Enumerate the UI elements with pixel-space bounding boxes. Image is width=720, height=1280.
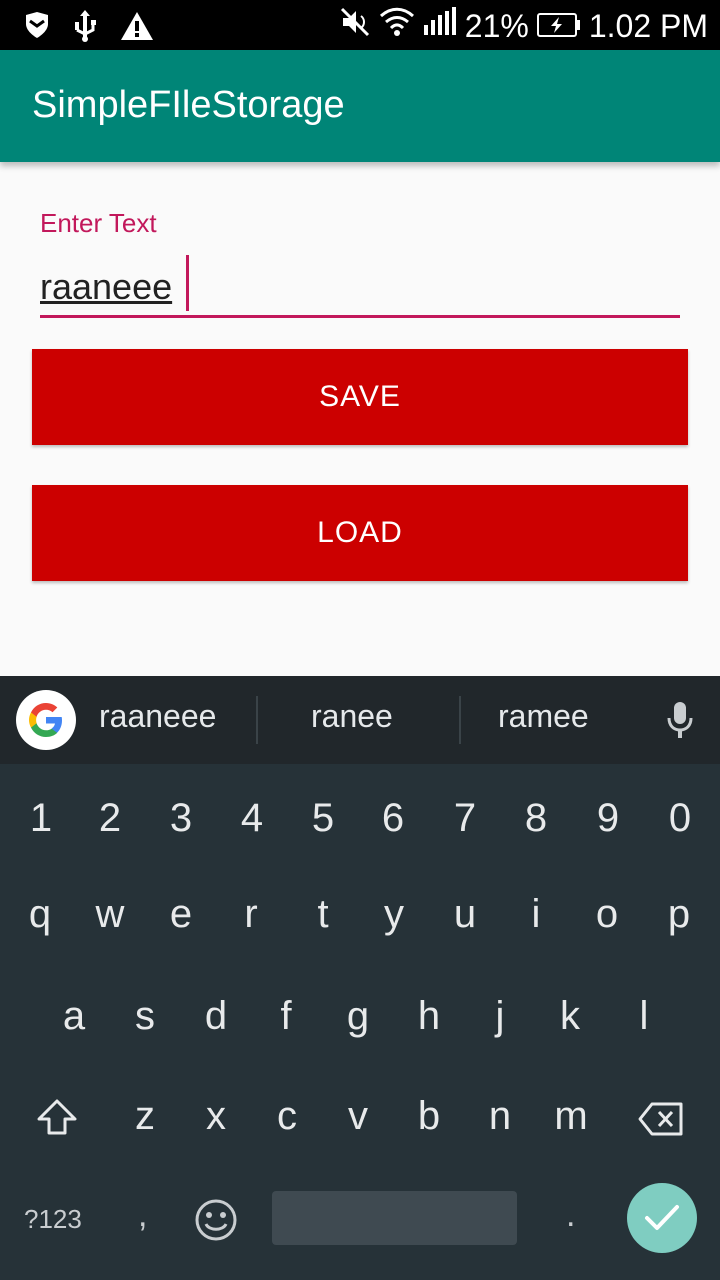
key-c[interactable]: c [257,1094,317,1139]
key-l[interactable]: l [614,994,674,1039]
suggestion-2[interactable]: ranee [311,698,393,735]
key-6[interactable]: 6 [363,796,423,841]
suggestion-divider [459,696,461,744]
key-t[interactable]: t [293,892,353,937]
key-g[interactable]: g [328,994,388,1039]
key-z[interactable]: z [115,1094,175,1139]
period-key[interactable]: . [566,1196,575,1235]
key-x[interactable]: x [186,1094,246,1139]
load-button[interactable]: LOAD [32,485,688,581]
soft-keyboard: raaneee ranee ramee 1 2 3 4 5 6 7 8 9 0 … [0,676,720,1280]
signal-icon [423,7,457,45]
key-p[interactable]: p [649,892,709,937]
done-button[interactable] [627,1183,697,1253]
key-2[interactable]: 2 [80,796,140,841]
emoji-icon[interactable] [194,1198,238,1246]
key-w[interactable]: w [80,892,140,937]
key-0[interactable]: 0 [650,796,710,841]
clock: 1.02 PM [588,8,708,44]
checkmark-icon [645,1205,679,1230]
status-bar: 21% 1.02 PM [0,0,720,50]
suggestion-3[interactable]: ramee [498,698,589,735]
key-8[interactable]: 8 [506,796,566,841]
key-a[interactable]: a [44,994,104,1039]
key-r[interactable]: r [221,892,281,937]
comma-key[interactable]: , [138,1196,147,1235]
backspace-icon[interactable] [638,1102,684,1140]
key-q[interactable]: q [10,892,70,937]
suggestion-bar: raaneee ranee ramee [0,676,720,764]
symbols-key[interactable]: ?123 [24,1204,82,1235]
key-9[interactable]: 9 [578,796,638,841]
spacebar[interactable] [272,1191,517,1245]
battery-percent: 21% [464,8,529,44]
key-b[interactable]: b [399,1094,459,1139]
key-5[interactable]: 5 [293,796,353,841]
key-m[interactable]: m [541,1094,601,1139]
key-1[interactable]: 1 [11,796,71,841]
shield-icon [24,12,50,44]
key-k[interactable]: k [540,994,600,1039]
battery-charging-icon [536,7,581,45]
key-y[interactable]: y [364,892,424,937]
key-3[interactable]: 3 [151,796,211,841]
key-s[interactable]: s [115,994,175,1039]
key-i[interactable]: i [506,892,566,937]
key-j[interactable]: j [470,994,530,1039]
microphone-icon[interactable] [664,700,696,744]
field-label: Enter Text [40,208,157,238]
app-title: SimpleFIleStorage [32,84,345,126]
warning-icon [120,11,154,45]
key-n[interactable]: n [470,1094,530,1139]
key-o[interactable]: o [577,892,637,937]
key-d[interactable]: d [186,994,246,1039]
key-4[interactable]: 4 [222,796,282,841]
suggestion-1[interactable]: raaneee [99,698,216,735]
wifi-icon [379,6,415,46]
key-h[interactable]: h [399,994,459,1039]
suggestion-divider [256,696,258,744]
shift-icon[interactable] [36,1098,78,1140]
text-input[interactable]: raaneee [40,266,172,308]
google-icon[interactable] [16,690,76,750]
text-cursor [186,255,189,311]
usb-icon [72,10,98,46]
save-button[interactable]: SAVE [32,349,688,445]
key-f[interactable]: f [256,994,316,1039]
key-v[interactable]: v [328,1094,388,1139]
key-u[interactable]: u [435,892,495,937]
app-bar: SimpleFIleStorage [0,50,720,162]
key-e[interactable]: e [151,892,211,937]
key-7[interactable]: 7 [435,796,495,841]
mute-icon [339,6,371,46]
